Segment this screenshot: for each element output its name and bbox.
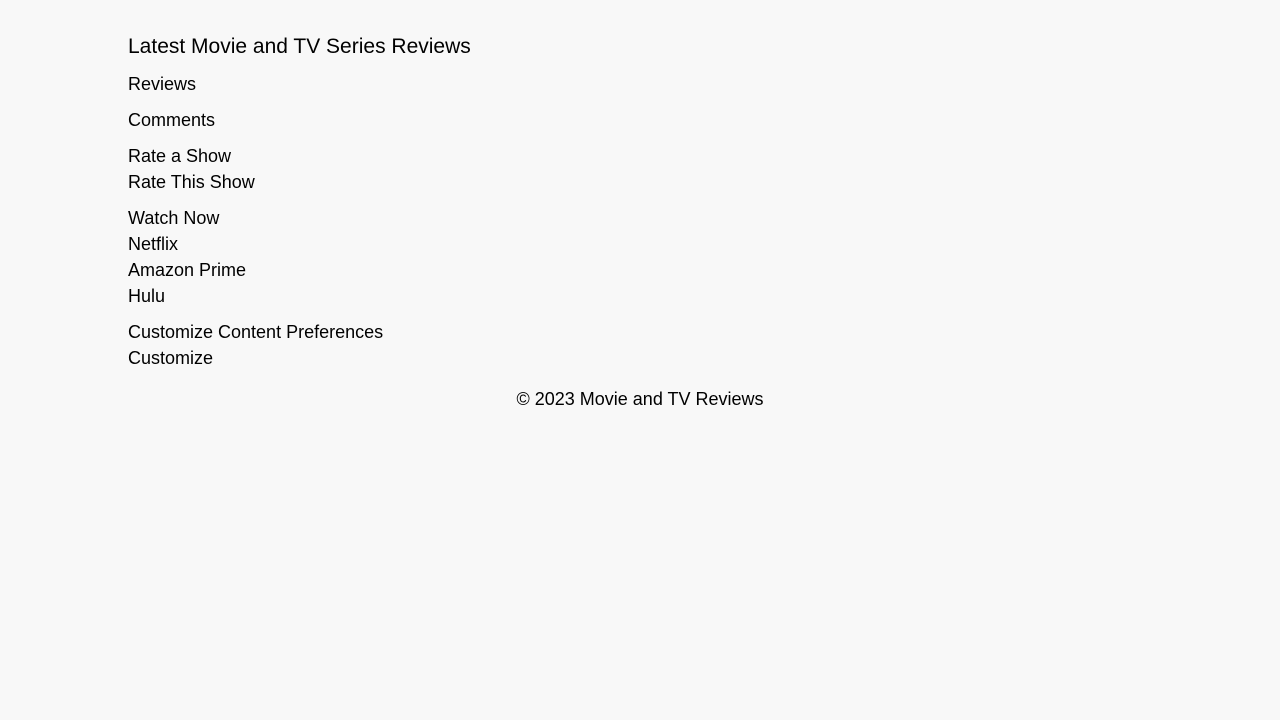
watch-section: Watch Now Netflix Amazon Prime Hulu — [128, 205, 1152, 309]
main-content: Latest Movie and TV Series Reviews Revie… — [128, 33, 1152, 371]
footer-copyright: © 2023 Movie and TV Reviews — [516, 389, 764, 409]
customize-section: Customize Content Preferences Customize — [128, 319, 1152, 371]
reviews-section: Reviews — [128, 71, 1152, 97]
watch-section-title: Watch Now — [128, 208, 220, 228]
watch-amazon-prime-link[interactable]: Amazon Prime — [128, 257, 1152, 283]
customize-button[interactable]: Customize — [128, 345, 213, 371]
comments-section: Comments — [128, 107, 1152, 133]
page: Latest Movie and TV Series Reviews Revie… — [0, 0, 1280, 720]
rate-section: Rate a Show Rate This Show — [128, 143, 1152, 195]
customize-section-title: Customize Content Preferences — [128, 322, 384, 342]
rate-section-title: Rate a Show — [128, 146, 232, 166]
rate-show-button[interactable]: Rate This Show — [128, 169, 255, 195]
comments-link[interactable]: Comments — [128, 107, 1152, 133]
watch-netflix-link[interactable]: Netflix — [128, 231, 1152, 257]
page-title: Latest Movie and TV Series Reviews — [128, 35, 471, 58]
reviews-link[interactable]: Reviews — [128, 71, 1152, 97]
watch-hulu-link[interactable]: Hulu — [128, 283, 1152, 309]
